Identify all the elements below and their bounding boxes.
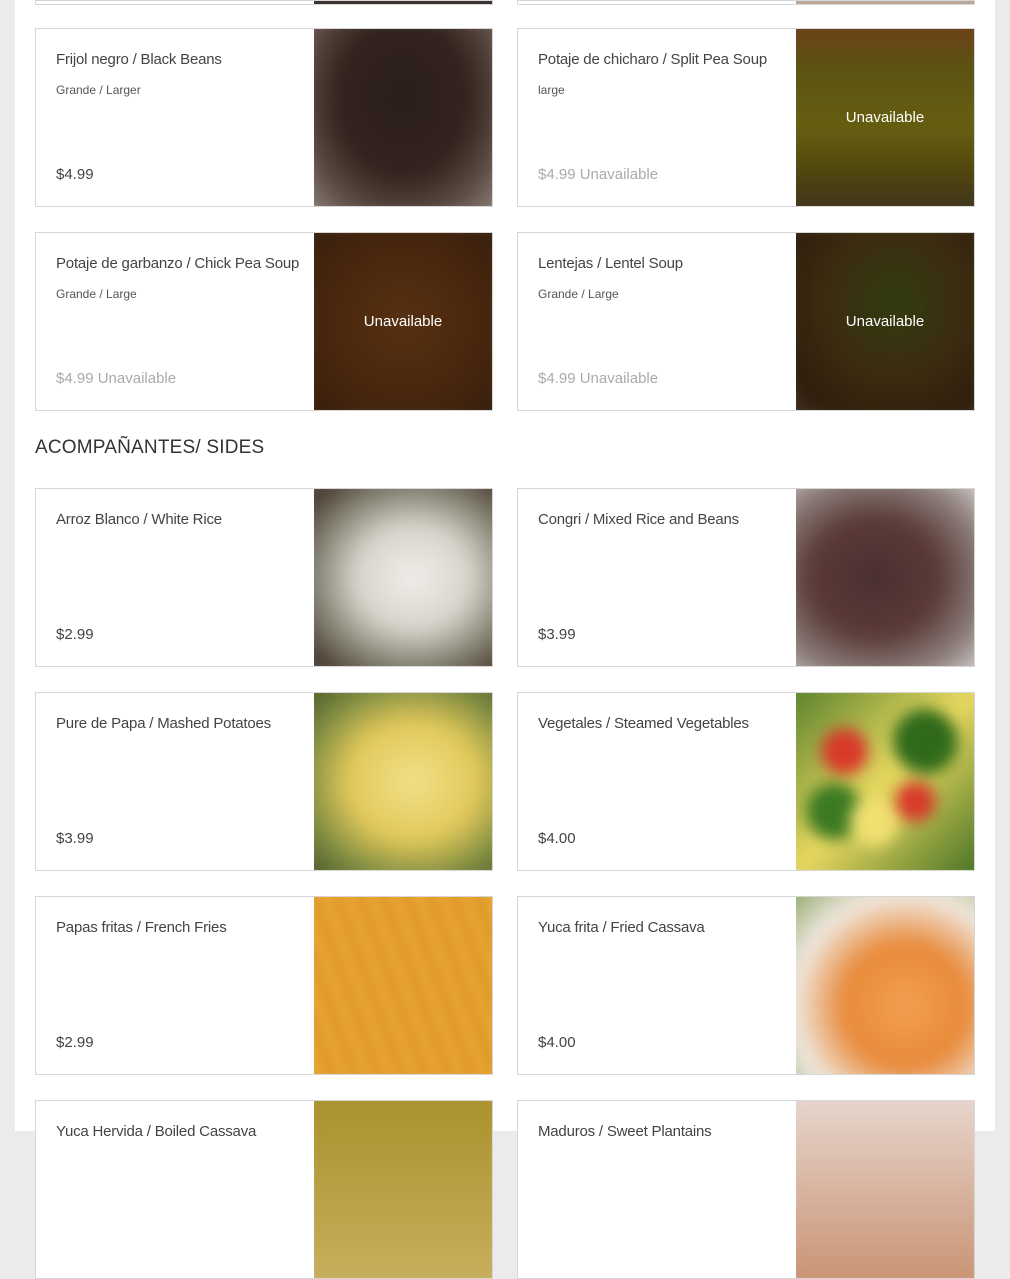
item-price: $4.99 Unavailable [538, 370, 659, 387]
item-price: $4.99 Unavailable [56, 370, 177, 387]
menu-item-card[interactable]: Pure de Papa / Mashed Potatoes $3.99 [35, 692, 493, 871]
unavailable-overlay: Unavailable [314, 233, 492, 410]
menu-item-card[interactable]: Congri / Mixed Rice and Beans $3.99 [517, 488, 975, 667]
food-image [796, 1, 974, 4]
menu-item-card[interactable]: Yuca Hervida / Boiled Cassava [35, 1100, 493, 1279]
sweet-plantains-icon [796, 1101, 974, 1278]
item-name: Yuca frita / Fried Cassava [538, 919, 705, 936]
item-price: $2.99 [56, 1034, 94, 1051]
menu-item-card[interactable]: Vegetales / Steamed Vegetables $4.00 [517, 692, 975, 871]
item-name: Pure de Papa / Mashed Potatoes [56, 715, 271, 732]
menu-item-card-partial[interactable] [517, 0, 975, 5]
menu-item-card[interactable]: Potaje de garbanzo / Chick Pea Soup Gran… [35, 232, 493, 411]
menu-item-card[interactable]: Papas fritas / French Fries $2.99 [35, 896, 493, 1075]
boiled-cassava-icon [314, 1101, 492, 1278]
unavailable-overlay: Unavailable [796, 29, 974, 206]
item-price: $3.99 [56, 830, 94, 847]
item-description: Grande / Large [56, 287, 137, 301]
food-image [314, 1, 492, 4]
chick-pea-soup-icon: Unavailable [314, 233, 492, 410]
item-description: Grande / Large [538, 287, 619, 301]
item-name: Potaje de garbanzo / Chick Pea Soup [56, 255, 300, 272]
lentil-soup-icon: Unavailable [796, 233, 974, 410]
item-description: Grande / Larger [56, 83, 141, 97]
item-name: Maduros / Sweet Plantains [538, 1123, 712, 1140]
item-name: Vegetales / Steamed Vegetables [538, 715, 749, 732]
steamed-vegetables-icon [796, 693, 974, 870]
menu-item-card[interactable]: Frijol negro / Black Beans Grande / Larg… [35, 28, 493, 207]
french-fries-icon [314, 897, 492, 1074]
item-description: large [538, 83, 565, 97]
black-beans-icon [314, 29, 492, 206]
item-price: $4.00 [538, 1034, 576, 1051]
white-rice-icon [314, 489, 492, 666]
fried-cassava-icon [796, 897, 974, 1074]
item-name: Lentejas / Lentel Soup [538, 255, 683, 272]
item-name: Congri / Mixed Rice and Beans [538, 511, 739, 528]
mashed-potatoes-icon [314, 693, 492, 870]
split-pea-soup-icon: Unavailable [796, 29, 974, 206]
section-title-sides: ACOMPAÑANTES/ SIDES [35, 437, 265, 458]
item-price: $2.99 [56, 626, 94, 643]
item-name: Arroz Blanco / White Rice [56, 511, 222, 528]
item-price: $4.00 [538, 830, 576, 847]
menu-item-card-partial[interactable] [35, 0, 493, 5]
menu-item-card[interactable]: Arroz Blanco / White Rice $2.99 [35, 488, 493, 667]
item-price: $4.99 [56, 166, 94, 183]
menu-item-card[interactable]: Potaje de chicharo / Split Pea Soup larg… [517, 28, 975, 207]
menu-item-card[interactable]: Lentejas / Lentel Soup Grande / Large $4… [517, 232, 975, 411]
menu-item-card[interactable]: Maduros / Sweet Plantains [517, 1100, 975, 1279]
item-price: $3.99 [538, 626, 576, 643]
congri-icon [796, 489, 974, 666]
item-price: $4.99 Unavailable [538, 166, 659, 183]
item-name: Papas fritas / French Fries [56, 919, 227, 936]
item-name: Frijol negro / Black Beans [56, 51, 222, 68]
unavailable-overlay: Unavailable [796, 233, 974, 410]
menu-page: Frijol negro / Black Beans Grande / Larg… [15, 0, 995, 1279]
item-name: Potaje de chicharo / Split Pea Soup [538, 51, 767, 68]
item-name: Yuca Hervida / Boiled Cassava [56, 1123, 257, 1140]
menu-item-card[interactable]: Yuca frita / Fried Cassava $4.00 [517, 896, 975, 1075]
